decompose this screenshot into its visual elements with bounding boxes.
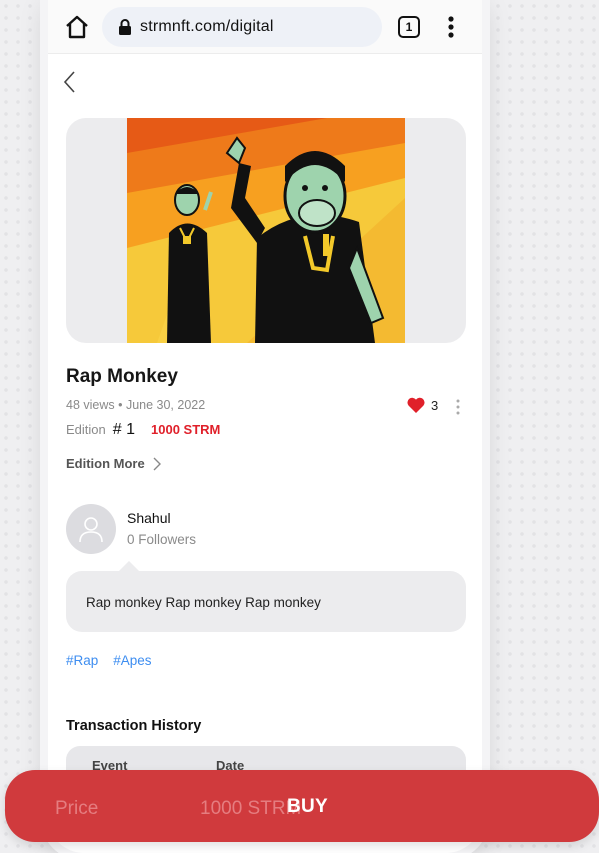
nft-title: Rap Monkey <box>66 366 178 387</box>
home-icon[interactable] <box>64 14 90 40</box>
chevron-right-icon <box>153 457 161 470</box>
edition-row: Edition # 1 1000 STRM <box>66 421 220 439</box>
tag-link[interactable]: #Apes <box>113 653 151 668</box>
views-date: 48 views • June 30, 2022 <box>66 398 206 412</box>
url-text: strmnft.com/digital <box>140 18 274 35</box>
like-button[interactable]: 3 <box>406 396 438 414</box>
creator-name[interactable]: Shahul <box>127 510 171 526</box>
edition-more-label: Edition More <box>66 456 145 471</box>
tabs-icon[interactable]: 1 <box>398 16 420 38</box>
edition-label: Edition <box>66 422 106 437</box>
edition-number: # 1 <box>112 421 135 438</box>
like-count: 3 <box>431 397 439 413</box>
transaction-history-title: Transaction History <box>66 718 202 734</box>
lock-icon <box>119 19 131 35</box>
phone-screen: strmnft.com/digital 1 Rap Monkey 48 view… <box>48 0 482 853</box>
buy-bar: Price 1000 STRM BUY <box>5 770 599 842</box>
tag-link[interactable]: #Rap <box>66 653 98 668</box>
creator-followers: 0 Followers <box>127 532 197 547</box>
back-icon[interactable] <box>62 70 78 94</box>
menu-icon[interactable] <box>446 14 456 40</box>
more-icon[interactable] <box>456 399 460 415</box>
price-label: Price <box>55 798 99 819</box>
avatar[interactable] <box>66 504 116 554</box>
buy-button[interactable]: BUY <box>287 796 328 818</box>
description-text: Rap monkey Rap monkey Rap monkey <box>86 595 321 610</box>
edition-more-link[interactable]: Edition More <box>66 456 162 471</box>
tag-list: #Rap #Apes <box>66 653 152 668</box>
nft-artwork <box>127 118 405 343</box>
description-bubble: Rap monkey Rap monkey Rap monkey <box>66 561 466 632</box>
user-icon <box>79 517 103 543</box>
heart-icon <box>407 397 425 413</box>
address-bar[interactable]: strmnft.com/digital <box>102 7 382 47</box>
edition-price: 1000 STRM <box>151 422 221 437</box>
nft-image-card[interactable] <box>66 118 466 343</box>
browser-toolbar: strmnft.com/digital 1 <box>48 0 482 54</box>
